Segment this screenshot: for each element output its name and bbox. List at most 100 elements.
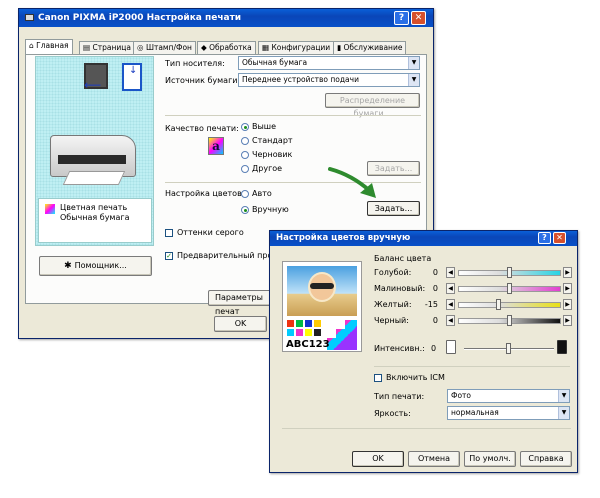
color-swatch-icon [45,204,55,214]
arrow-down-icon: ↓ [129,65,138,76]
tab-profiles[interactable]: ▦ Конфигурации [258,41,335,54]
slider-track[interactable] [458,302,561,308]
slider-label: Малиновый: [374,284,426,293]
slider-right-arrow-icon[interactable]: ▶ [563,299,572,310]
sample-swatch-6 [296,329,303,336]
sample-preview: ABC123 [282,261,362,352]
dialog-cancel-button[interactable]: Отмена [408,451,460,467]
slider-label: Черный: [374,316,409,325]
preview-caption-print: Цветная печать [60,203,128,212]
help-title-button[interactable]: ? [394,11,409,25]
color-auto-label: Авто [252,189,272,198]
helper-icon: ✱ [64,261,75,271]
slider-label: Желтый: [374,300,412,309]
tab-effects[interactable]: ◆ Обработка [197,41,256,54]
main-window-title: Canon PIXMA iP2000 Настройка печати [38,13,242,23]
sample-swatch-1 [287,320,294,327]
chevron-down-icon: ▼ [558,407,569,419]
quality-standard-radio[interactable] [241,137,249,145]
color-adjust-label: Настройка цветов: [165,189,245,198]
dialog-help-title-button[interactable]: ? [538,232,551,244]
media-type-select[interactable]: Обычная бумага ▼ [238,56,420,70]
color-manual-label: Вручную [252,205,289,214]
sample-swatch-8 [314,329,321,336]
dialog-titlebar[interactable]: Настройка цветов вручную [270,231,577,246]
sample-swatch-4 [314,320,321,327]
dialog-help-button[interactable]: Справка [520,451,572,467]
chevron-down-icon: ▼ [408,57,419,69]
green-arrow-icon [328,167,376,198]
slider-thumb[interactable] [507,267,512,278]
print-type-label: Тип печати: [374,392,425,401]
main-titlebar[interactable]: Canon PIXMA iP2000 Настройка печати [19,9,433,27]
tab-maintenance[interactable]: ▮ Обслуживание [333,41,407,54]
color-balance-label: Баланс цвета [374,254,432,263]
tab-page[interactable]: ▤ Страница [79,41,135,54]
paper-allocation-button[interactable]: Распределение бумаги... [325,93,420,118]
quality-draft-label: Черновик [252,150,293,159]
sample-swatch-3 [305,320,312,327]
sample-text: ABC123 [286,339,330,350]
tab-stamp[interactable]: ◎ Штамп/Фон [133,41,196,54]
slider-left-arrow-icon[interactable]: ◀ [446,283,455,294]
slider-value: -15 [424,300,438,309]
manual-color-dialog: Настройка цветов вручную ? ✕ ABC123 Бала… [269,230,578,473]
paper-source-select[interactable]: Переднее устройство подачи ▼ [238,73,420,87]
sample-glasses [310,283,334,289]
icm-checkbox[interactable] [374,374,382,382]
separator [282,428,571,429]
grayscale-checkbox[interactable] [165,229,173,237]
media-type-label: Тип носителя: [165,59,225,68]
quality-other-radio[interactable] [241,165,249,173]
dialog-title: Настройка цветов вручную [276,233,411,243]
slider-thumb[interactable] [496,299,501,310]
slider-left-arrow-icon[interactable]: ◀ [446,299,455,310]
separator [374,366,570,367]
sample-swatch-5 [287,329,294,336]
intensity-light-icon [446,340,456,354]
quality-draft-radio[interactable] [241,151,249,159]
icm-label: Включить ICM [386,373,445,382]
brightness-select[interactable]: нормальная ▼ [447,406,570,420]
arrow-left-icon: ⟵ [84,78,102,92]
helper-button[interactable]: ✱ Помощник... [39,256,152,276]
slider-right-arrow-icon[interactable]: ▶ [563,315,572,326]
color-auto-radio[interactable] [241,190,249,198]
slider-thumb[interactable] [507,315,512,326]
stamp-tab-icon: ◎ [137,43,146,52]
dialog-close-title-button[interactable]: ✕ [553,232,566,244]
quality-high-radio[interactable] [241,123,249,131]
slider-thumb[interactable] [507,283,512,294]
quality-icon: a [208,137,224,155]
printer-front [58,155,126,164]
ok-button[interactable]: OK [214,316,267,332]
close-title-button[interactable]: ✕ [411,11,426,25]
tab-main[interactable]: ⌂ Главная [25,39,73,54]
slider-left-arrow-icon[interactable]: ◀ [446,315,455,326]
dialog-default-button[interactable]: По умолч. [464,451,516,467]
slider-value: 0 [432,316,438,325]
printer-icon [25,14,34,21]
grayscale-label: Оттенки серого [177,228,244,237]
slider-left-arrow-icon[interactable]: ◀ [446,267,455,278]
slider-right-arrow-icon[interactable]: ▶ [563,283,572,294]
preview-checkbox[interactable]: ✓ [165,252,173,260]
print-type-select[interactable]: Фото ▼ [447,389,570,403]
intensity-label: Интенсивн.: [374,344,425,353]
intensity-thumb[interactable] [506,343,511,354]
color-set-button[interactable]: Задать... [367,201,420,216]
effects-tab-icon: ◆ [201,43,210,52]
preview-caption-paper: Обычная бумага [60,213,130,222]
brightness-label: Яркость: [374,409,411,418]
intensity-value: 0 [431,344,437,353]
preview-caption-box: Цветная печать Обычная бумага [38,198,152,243]
slider-right-arrow-icon[interactable]: ▶ [563,267,572,278]
slider-value: 0 [432,284,438,293]
intensity-dark-icon [557,340,567,354]
color-manual-radio[interactable] [241,206,249,214]
dialog-ok-button[interactable]: OK [352,451,404,467]
slider-label: Голубой: [374,268,412,277]
separator [165,182,421,183]
sample-swatch-2 [296,320,303,327]
quality-other-label: Другое [252,164,283,173]
